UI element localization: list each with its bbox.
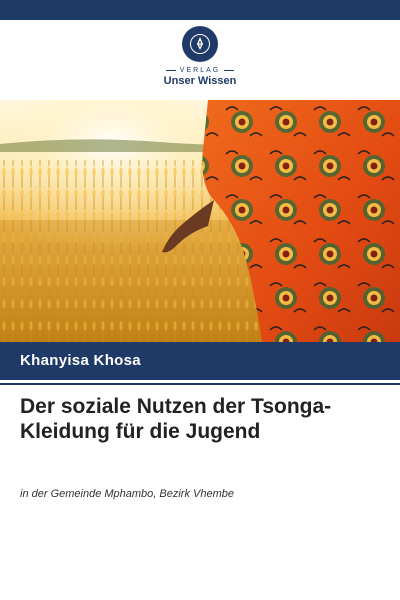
- author-bar: Khanyisa Khosa: [0, 342, 400, 380]
- book-subtitle: in der Gemeinde Mphambo, Bezirk Vhembe: [20, 488, 234, 500]
- publisher-tagline: VERLAG: [0, 67, 400, 74]
- book-pen-emblem-icon: [182, 26, 218, 62]
- publisher-name: Unser Wissen: [163, 75, 237, 87]
- publisher-logo: VERLAG Unser Wissen: [0, 26, 400, 90]
- divider-rule: [0, 383, 400, 385]
- cover-photo: [0, 100, 400, 342]
- author-name: Khanyisa Khosa: [20, 352, 141, 369]
- book-title: Der soziale Nutzen der Tsonga-Kleidung f…: [20, 395, 332, 443]
- top-band: [0, 0, 400, 20]
